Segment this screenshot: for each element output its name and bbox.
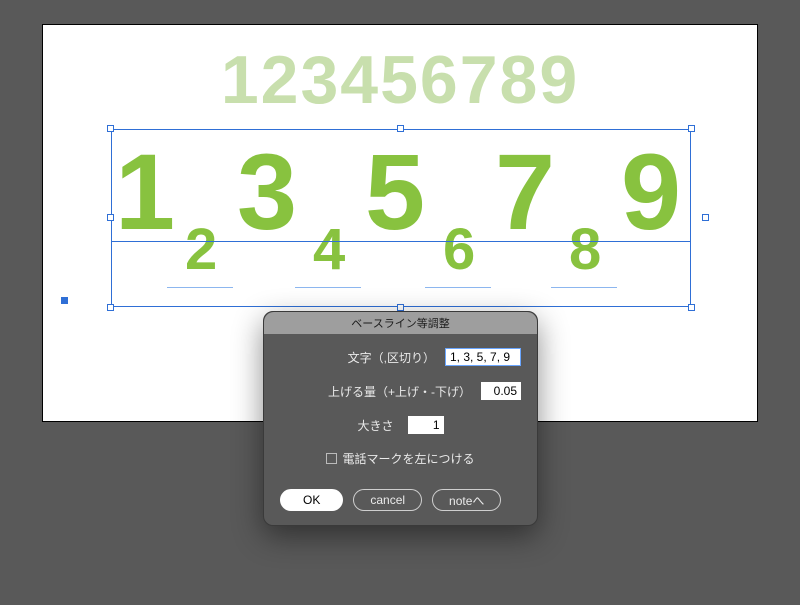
size-label: 大きさ (357, 417, 393, 434)
resize-handle[interactable] (702, 214, 709, 221)
char-underline (425, 287, 491, 288)
selection-frame (111, 129, 691, 307)
chars-input[interactable] (445, 348, 521, 366)
amount-label: 上げる量（+上げ・-下げ） (280, 383, 471, 400)
phone-mark-checkbox[interactable] (326, 453, 337, 464)
chars-label: 文字（,区切り） (280, 349, 435, 366)
anchor-point[interactable] (61, 297, 68, 304)
ok-button[interactable]: OK (280, 489, 343, 511)
baseline-guide (111, 241, 691, 242)
size-input[interactable] (408, 416, 444, 434)
text-selection-box[interactable] (111, 129, 691, 307)
amount-input[interactable] (481, 382, 521, 400)
resize-handle[interactable] (688, 304, 695, 311)
baseline-adjust-dialog: ベースライン等調整 文字（,区切り） 上げる量（+上げ・-下げ） 大きさ 電話マ… (263, 311, 538, 526)
resize-handle[interactable] (107, 304, 114, 311)
resize-handle[interactable] (397, 304, 404, 311)
cancel-button[interactable]: cancel (353, 489, 422, 511)
resize-handle[interactable] (397, 125, 404, 132)
resize-handle[interactable] (107, 214, 114, 221)
resize-handle[interactable] (107, 125, 114, 132)
char-underline (295, 287, 361, 288)
ghost-number-row: 123456789 (43, 41, 757, 119)
resize-handle[interactable] (688, 125, 695, 132)
note-button[interactable]: noteへ (432, 489, 501, 511)
char-underline (551, 287, 617, 288)
phone-mark-label: 電話マークを左につける (342, 452, 474, 466)
dialog-title: ベースライン等調整 (264, 312, 537, 334)
char-underline (167, 287, 233, 288)
